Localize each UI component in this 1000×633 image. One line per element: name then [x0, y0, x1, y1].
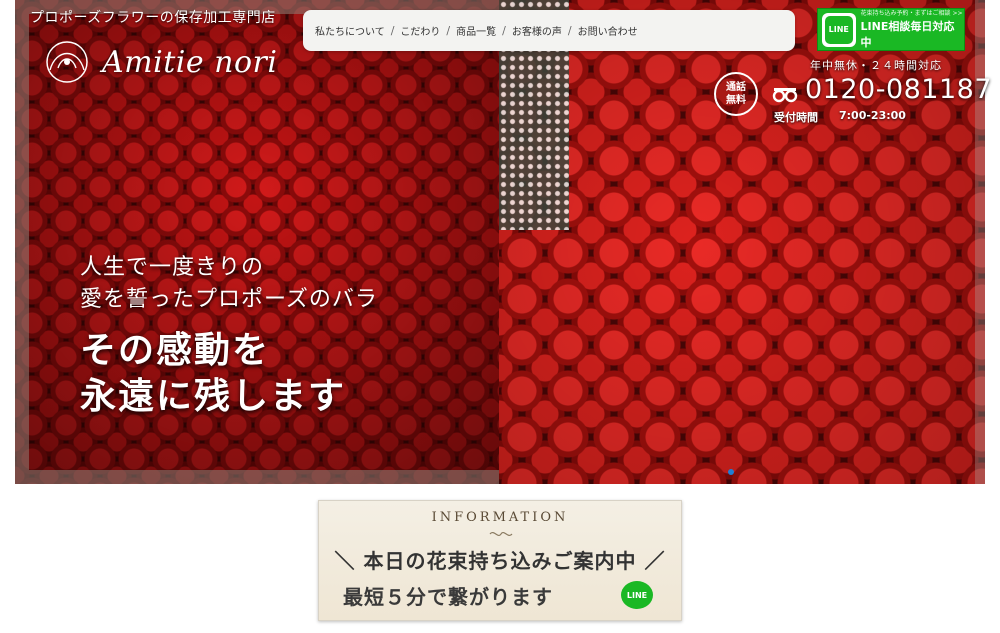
hero-line-1: 人生で一度きりの [80, 255, 265, 280]
nav-item-commitment[interactable]: こだわり [400, 23, 440, 38]
toll-free-line-2: 無料 [726, 95, 746, 106]
nav-item-products[interactable]: 商品一覧 [456, 23, 496, 38]
logo-text: Amitie nori [102, 44, 278, 80]
nav-separator: / [567, 24, 572, 37]
ornament-icon [489, 531, 513, 537]
info-line-2: 最短５分で繋がります [343, 585, 553, 609]
line-button-texts: 花束持ち込み予約・まずはご相談 >> LINE相談毎日対応中 [861, 9, 964, 51]
phone-number-link[interactable]: 0120-081187 [805, 74, 992, 105]
logo-emblem-icon [46, 41, 88, 83]
information-banner[interactable]: INFORMATION ＼ 本日の花束持ち込みご案内中 ／ 最短５分で繋がります… [318, 500, 682, 621]
nav-separator: / [446, 24, 451, 37]
hero-line-2: 愛を誓ったプロポーズのバラ [80, 287, 378, 312]
nav-item-contact[interactable]: お問い合わせ [578, 23, 638, 38]
info-line-1: ＼ 本日の花束持ち込みご案内中 ／ [334, 549, 666, 573]
slider-pagination-dot[interactable] [728, 469, 734, 475]
shop-tagline: プロポーズフラワーの保存加工専門店 [30, 10, 276, 26]
toll-free-badge: 通話 無料 [714, 72, 758, 116]
hours-label: 受付時間 [774, 111, 818, 124]
nav-separator: / [390, 24, 395, 37]
site-logo[interactable]: Amitie nori [38, 40, 277, 84]
line-app-icon: LINE [822, 12, 856, 47]
hero-copy: 人生で一度きりの 愛を誓ったプロポーズのバラ その感動を 永遠に残します [80, 252, 378, 420]
nav-separator: / [502, 24, 506, 37]
global-nav: 私たちについて / こだわり / 商品一覧 / お客様の声 / お問い合わせ [303, 10, 795, 51]
hero-headline-1: その感動を [80, 330, 271, 371]
left-margin [0, 0, 15, 633]
line-button-label: LINE相談毎日対応中 [860, 19, 955, 49]
nav-item-reviews[interactable]: お客様の声 [512, 23, 562, 38]
hours-value: 7:00-23:00 [839, 109, 906, 122]
nav-item-about[interactable]: 私たちについて [315, 23, 385, 38]
freedial-icon [772, 88, 798, 103]
info-title: INFORMATION [431, 510, 569, 525]
page: 人生で一度きりの 愛を誓ったプロポーズのバラ その感動を 永遠に残します プロポ… [0, 0, 1000, 633]
hero-headline-2: 永遠に残します [80, 376, 347, 417]
open-hours-note: 年中無休・２４時間対応 [810, 59, 942, 72]
line-consult-button[interactable]: LINE 花束持ち込み予約・まずはご相談 >> LINE相談毎日対応中 [817, 8, 965, 51]
line-icon-label: LINE [824, 15, 853, 44]
toll-free-line-1: 通話 [726, 82, 746, 93]
line-button-subtext: 花束持ち込み予約・まずはご相談 >> [860, 9, 963, 17]
line-bubble-icon: LINE [621, 581, 653, 609]
